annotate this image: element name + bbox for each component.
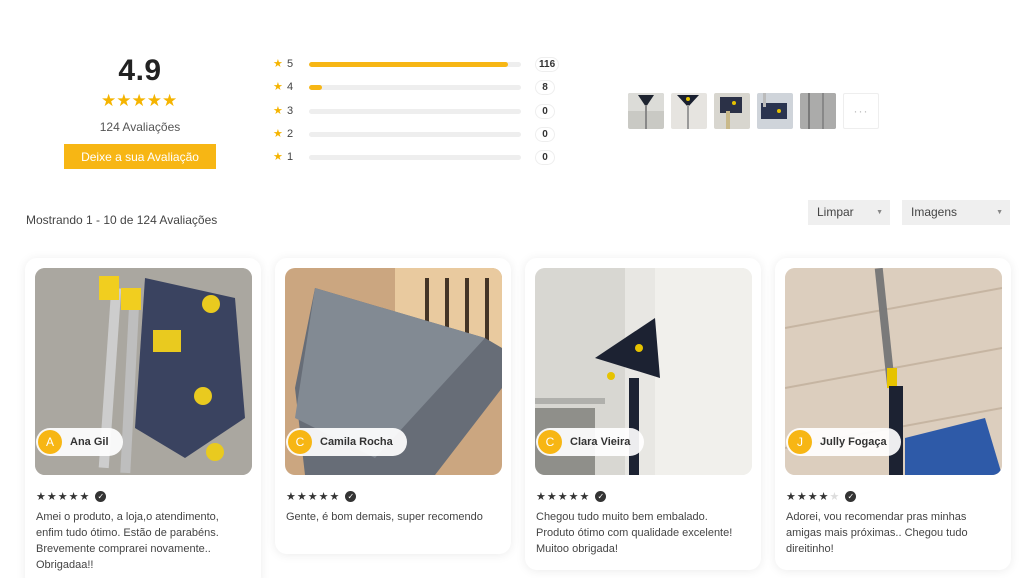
rating-row-count: 8 [535, 80, 555, 95]
sort-select[interactable]: Limpar ▼ [808, 200, 890, 225]
star-icon: ★ [273, 105, 283, 117]
sort-select-value: Limpar [817, 205, 854, 219]
rating-row-4[interactable]: ★ 4 8 [273, 80, 563, 96]
review-author: C Clara Vieira [536, 428, 645, 456]
rating-row-label: 5 [287, 58, 294, 70]
chevron-down-icon: ▼ [876, 209, 883, 216]
gallery-thumbnail[interactable] [714, 93, 750, 129]
rating-row-count: 116 [535, 57, 560, 72]
rating-row-count: 0 [535, 104, 555, 119]
filter-select-value: Imagens [911, 205, 958, 219]
review-author: J Jully Fogaça [786, 428, 901, 456]
avatar: C [538, 430, 562, 454]
write-review-button[interactable]: Deixe a sua Avaliação [64, 144, 216, 169]
review-rating: ★★★★★ ✓ [786, 490, 857, 503]
review-author: A Ana Gil [36, 428, 123, 456]
rating-bar [309, 62, 521, 67]
review-text: Amei o produto, a loja,o atendimento, en… [36, 511, 219, 571]
rating-row-label: 1 [287, 151, 294, 163]
review-rating: ★★★★★ ✓ [536, 490, 607, 503]
star-icon: ★ [273, 151, 283, 163]
star-icon: ★★★★★ [36, 491, 91, 503]
star-icon: ★ [273, 128, 283, 140]
review-card[interactable]: J Jully Fogaça ★★★★★ ✓ Adorei, vou recome… [775, 258, 1011, 570]
rating-bar [309, 85, 521, 90]
review-rating: ★★★★★ ✓ [286, 490, 357, 503]
avatar: C [288, 430, 312, 454]
review-rating: ★★★★★ ✓ [36, 490, 107, 503]
gallery-thumbnail[interactable] [671, 93, 707, 129]
verified-check-icon: ✓ [345, 491, 357, 502]
author-name: Clara Vieira [570, 436, 631, 448]
author-name: Jully Fogaça [820, 436, 887, 448]
gallery-thumbnail[interactable] [628, 93, 664, 129]
gallery-thumbnail[interactable] [800, 93, 836, 129]
review-card[interactable]: C Camila Rocha ★★★★★ ✓ Gente, é bom demai… [275, 258, 511, 554]
review-card[interactable]: A Ana Gil ★★★★★ ✓ Amei o produto, a loja,… [25, 258, 261, 578]
results-summary: Mostrando 1 - 10 de 124 Avaliações [26, 213, 218, 227]
filter-select[interactable]: Imagens ▼ [902, 200, 1010, 225]
avatar: J [788, 430, 812, 454]
star-icon: ★★★★★ [286, 491, 341, 503]
rating-bar-fill [309, 85, 322, 90]
verified-check-icon: ✓ [95, 491, 107, 502]
review-text: Gente, é bom demais, super recomendo [286, 511, 483, 523]
rating-row-count: 0 [535, 150, 555, 165]
review-author: C Camila Rocha [286, 428, 407, 456]
rating-bar [309, 155, 521, 160]
verified-check-icon: ✓ [595, 491, 607, 502]
review-photo-gallery: ··· [628, 93, 879, 129]
star-icon: ★★★★★ [536, 491, 591, 503]
rating-bar [309, 132, 521, 137]
review-card[interactable]: C Clara Vieira ★★★★★ ✓ Chegou tudo muito … [525, 258, 761, 570]
rating-row-label: 2 [287, 128, 294, 140]
verified-check-icon: ✓ [845, 491, 857, 502]
gallery-more-button[interactable]: ··· [843, 93, 879, 129]
rating-row-1[interactable]: ★ 1 0 [273, 150, 563, 166]
review-text: Adorei, vou recomendar pras minhas amiga… [786, 511, 968, 555]
rating-score: 4.9 [118, 54, 162, 87]
rating-stars: ★★★★★ [101, 91, 178, 110]
rating-row-label: 3 [287, 105, 294, 117]
rating-bar [309, 109, 521, 114]
star-icon: ★ [273, 81, 283, 93]
rating-row-label: 4 [287, 81, 294, 93]
star-empty-icon: ★ [829, 491, 841, 503]
rating-row-3[interactable]: ★ 3 0 [273, 104, 563, 120]
star-icon: ★ [273, 58, 283, 70]
author-name: Ana Gil [70, 436, 109, 448]
rating-row-2[interactable]: ★ 2 0 [273, 127, 563, 143]
rating-bar-fill [309, 62, 509, 67]
gallery-thumbnail[interactable] [757, 93, 793, 129]
review-text: Chegou tudo muito bem embalado. Produto … [536, 511, 733, 555]
review-count: 124 Avaliações [99, 120, 181, 134]
avatar: A [38, 430, 62, 454]
rating-row-5[interactable]: ★ 5 116 [273, 57, 563, 73]
author-name: Camila Rocha [320, 436, 393, 448]
rating-row-count: 0 [535, 127, 555, 142]
chevron-down-icon: ▼ [996, 209, 1003, 216]
star-icon: ★★★★ [786, 491, 830, 503]
